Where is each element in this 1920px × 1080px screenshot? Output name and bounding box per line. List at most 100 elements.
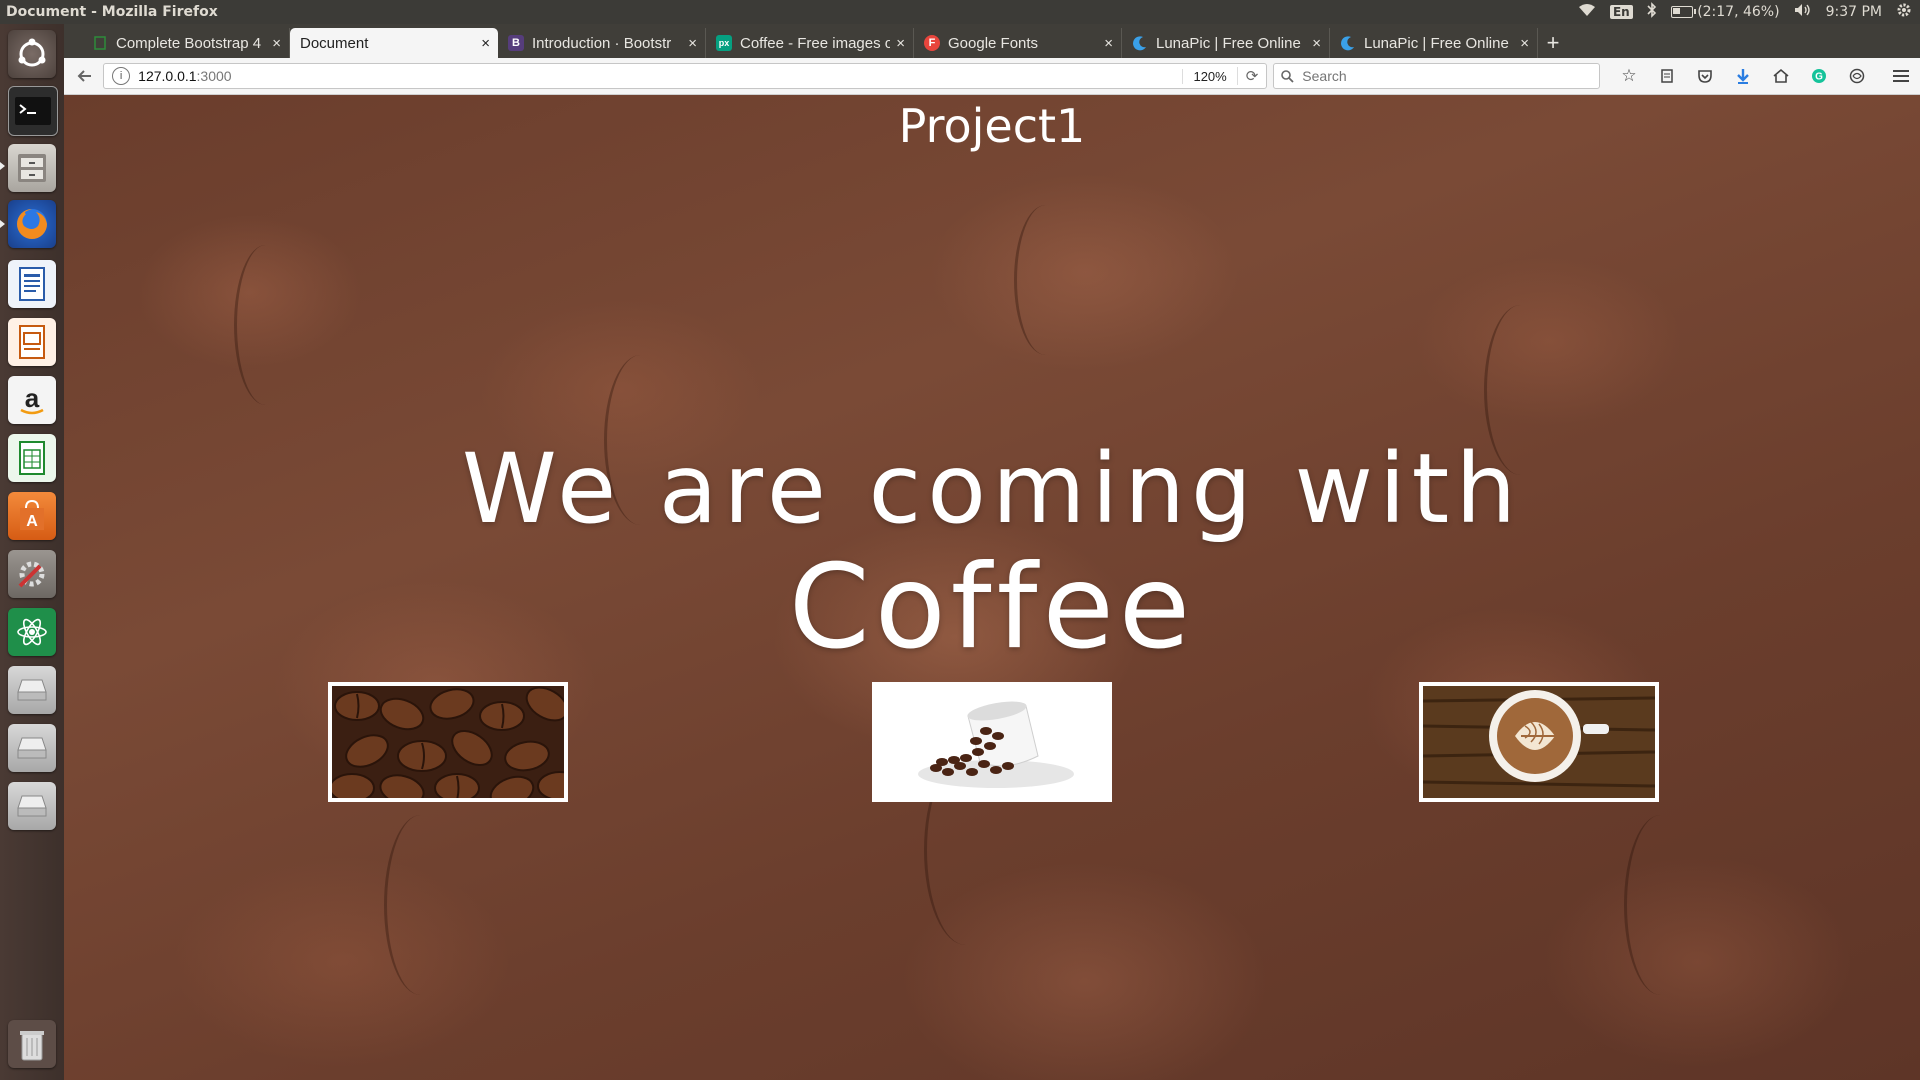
launcher-sidebar: a A bbox=[0, 24, 65, 1080]
tab-close-icon[interactable]: × bbox=[1312, 35, 1321, 52]
libreoffice-impress-launcher[interactable] bbox=[8, 318, 56, 366]
tab-document[interactable]: Document × bbox=[290, 28, 498, 58]
battery-text: (2:17, 46%) bbox=[1697, 4, 1780, 20]
wrench-gear-icon bbox=[18, 561, 45, 588]
firefox-icon bbox=[17, 209, 47, 239]
tab-introduction-bootstrap[interactable]: B Introduction · Bootstr × bbox=[498, 28, 706, 58]
running-indicator bbox=[0, 220, 5, 228]
site-info-icon[interactable]: i bbox=[112, 67, 131, 85]
impress-presentation-icon bbox=[19, 325, 45, 359]
terminal-launcher[interactable] bbox=[8, 86, 58, 136]
files-launcher[interactable] bbox=[8, 144, 56, 192]
software-center-launcher[interactable]: A bbox=[8, 492, 56, 540]
grammarly-extension-icon[interactable]: G bbox=[1800, 61, 1838, 91]
back-button[interactable] bbox=[70, 61, 99, 91]
system-top-panel: Document - Mozilla Firefox En (2:17, 46%… bbox=[0, 0, 1920, 24]
hard-drive-icon bbox=[17, 795, 47, 817]
amazon-icon: a bbox=[20, 383, 44, 415]
downloads-icon[interactable] bbox=[1724, 61, 1762, 91]
keyboard-layout-indicator[interactable]: En bbox=[1609, 5, 1633, 19]
tab-close-icon[interactable]: × bbox=[481, 35, 490, 52]
battery-indicator[interactable]: (2:17, 46%) bbox=[1670, 4, 1780, 20]
drive-launcher-2[interactable] bbox=[8, 724, 56, 772]
search-input[interactable] bbox=[1300, 67, 1585, 85]
background-bean bbox=[1014, 205, 1077, 355]
svg-text:a: a bbox=[25, 383, 40, 413]
wifi-icon[interactable] bbox=[1578, 3, 1596, 21]
drive-launcher-1[interactable] bbox=[8, 666, 56, 714]
zoom-indicator[interactable]: 120% bbox=[1182, 68, 1236, 84]
tab-close-icon[interactable]: × bbox=[1520, 35, 1529, 52]
search-bar[interactable] bbox=[1273, 63, 1601, 89]
battery-icon bbox=[1670, 6, 1696, 18]
tab-complete-bootstrap[interactable]: Complete Bootstrap 4 × bbox=[82, 28, 290, 58]
browser-nav-bar: i 127.0.0.1:3000 120% ⟳ ☆ G bbox=[64, 58, 1920, 95]
tab-label: Google Fonts bbox=[948, 34, 1039, 52]
back-arrow-icon bbox=[77, 70, 91, 82]
tab-close-icon[interactable]: × bbox=[272, 35, 281, 52]
writer-document-icon bbox=[19, 267, 45, 301]
calc-spreadsheet-icon bbox=[19, 441, 45, 475]
latte-art-image bbox=[1423, 686, 1655, 798]
url-port: :3000 bbox=[196, 68, 232, 84]
tab-google-fonts[interactable]: F Google Fonts × bbox=[914, 28, 1122, 58]
google-fonts-icon: F bbox=[924, 35, 940, 51]
shopping-bag-icon: A bbox=[20, 499, 44, 530]
pocket-icon[interactable] bbox=[1686, 61, 1724, 91]
lunapic-icon bbox=[1132, 35, 1148, 51]
drive-launcher-3[interactable] bbox=[8, 782, 56, 830]
pexels-icon: px bbox=[716, 35, 732, 51]
reading-list-icon[interactable] bbox=[1648, 61, 1686, 91]
tab-label: Coffee - Free images o bbox=[740, 34, 891, 52]
extension-icon[interactable] bbox=[1838, 61, 1876, 91]
coffee-beans-image bbox=[332, 686, 564, 798]
coffee-cup-beans-thumbnail bbox=[872, 682, 1112, 802]
tab-coffee-free-images[interactable]: px Coffee - Free images o × bbox=[706, 28, 914, 58]
libreoffice-calc-launcher[interactable] bbox=[8, 434, 56, 482]
hero-heading-line2: Coffee bbox=[788, 540, 1196, 675]
terminal-icon bbox=[15, 97, 51, 125]
hero-heading-line1: We are coming with bbox=[461, 433, 1523, 545]
hard-drive-icon bbox=[17, 679, 47, 701]
background-bean bbox=[1624, 815, 1697, 995]
tab-lunapic-1[interactable]: LunaPic | Free Online F × bbox=[1122, 28, 1330, 58]
reload-icon[interactable]: ⟳ bbox=[1236, 67, 1267, 85]
page-viewport: Project1 We are coming with Coffee bbox=[64, 95, 1920, 1080]
background-bean bbox=[384, 815, 457, 995]
trash-launcher[interactable] bbox=[8, 1020, 56, 1068]
dash-home-button[interactable] bbox=[8, 30, 56, 78]
window-title: Document - Mozilla Firefox bbox=[6, 4, 218, 20]
bookmark-star-icon[interactable]: ☆ bbox=[1610, 61, 1648, 91]
amazon-launcher[interactable]: a bbox=[8, 376, 56, 424]
tab-label: Document bbox=[300, 34, 369, 52]
settings-gear-icon[interactable] bbox=[1896, 2, 1912, 22]
tab-lunapic-2[interactable]: LunaPic | Free Online F × bbox=[1330, 28, 1538, 58]
running-indicator bbox=[0, 162, 5, 170]
home-icon[interactable] bbox=[1762, 61, 1800, 91]
url-bar[interactable]: i 127.0.0.1:3000 120% ⟳ bbox=[103, 63, 1268, 89]
tab-label: Complete Bootstrap 4 bbox=[116, 34, 262, 52]
tab-close-icon[interactable]: × bbox=[1104, 35, 1113, 52]
volume-icon[interactable] bbox=[1794, 3, 1812, 21]
file-cabinet-icon bbox=[18, 154, 46, 182]
bluetooth-icon[interactable] bbox=[1647, 2, 1657, 22]
system-indicators: En (2:17, 46%) 9:37 PM bbox=[1578, 2, 1920, 22]
tab-close-icon[interactable]: × bbox=[896, 35, 905, 52]
ubuntu-logo-icon bbox=[18, 38, 46, 67]
firefox-launcher[interactable] bbox=[8, 200, 56, 248]
tab-label: LunaPic | Free Online F bbox=[1156, 34, 1307, 52]
latte-art-thumbnail bbox=[1419, 682, 1659, 802]
hamburger-menu-icon[interactable] bbox=[1882, 61, 1920, 91]
system-settings-launcher[interactable] bbox=[8, 550, 56, 598]
coffee-cup-beans-image bbox=[876, 686, 1108, 798]
toolbar-icons: ☆ G bbox=[1610, 61, 1920, 91]
clock[interactable]: 9:37 PM bbox=[1826, 4, 1882, 20]
url-host: 127.0.0.1 bbox=[138, 68, 197, 84]
lunapic-icon bbox=[1340, 35, 1356, 51]
tab-close-icon[interactable]: × bbox=[688, 35, 697, 52]
tab-label: Introduction · Bootstr bbox=[532, 34, 672, 52]
new-tab-button[interactable]: + bbox=[1538, 28, 1568, 58]
atom-editor-launcher[interactable] bbox=[8, 608, 56, 656]
atom-icon bbox=[17, 618, 47, 646]
libreoffice-writer-launcher[interactable] bbox=[8, 260, 56, 308]
